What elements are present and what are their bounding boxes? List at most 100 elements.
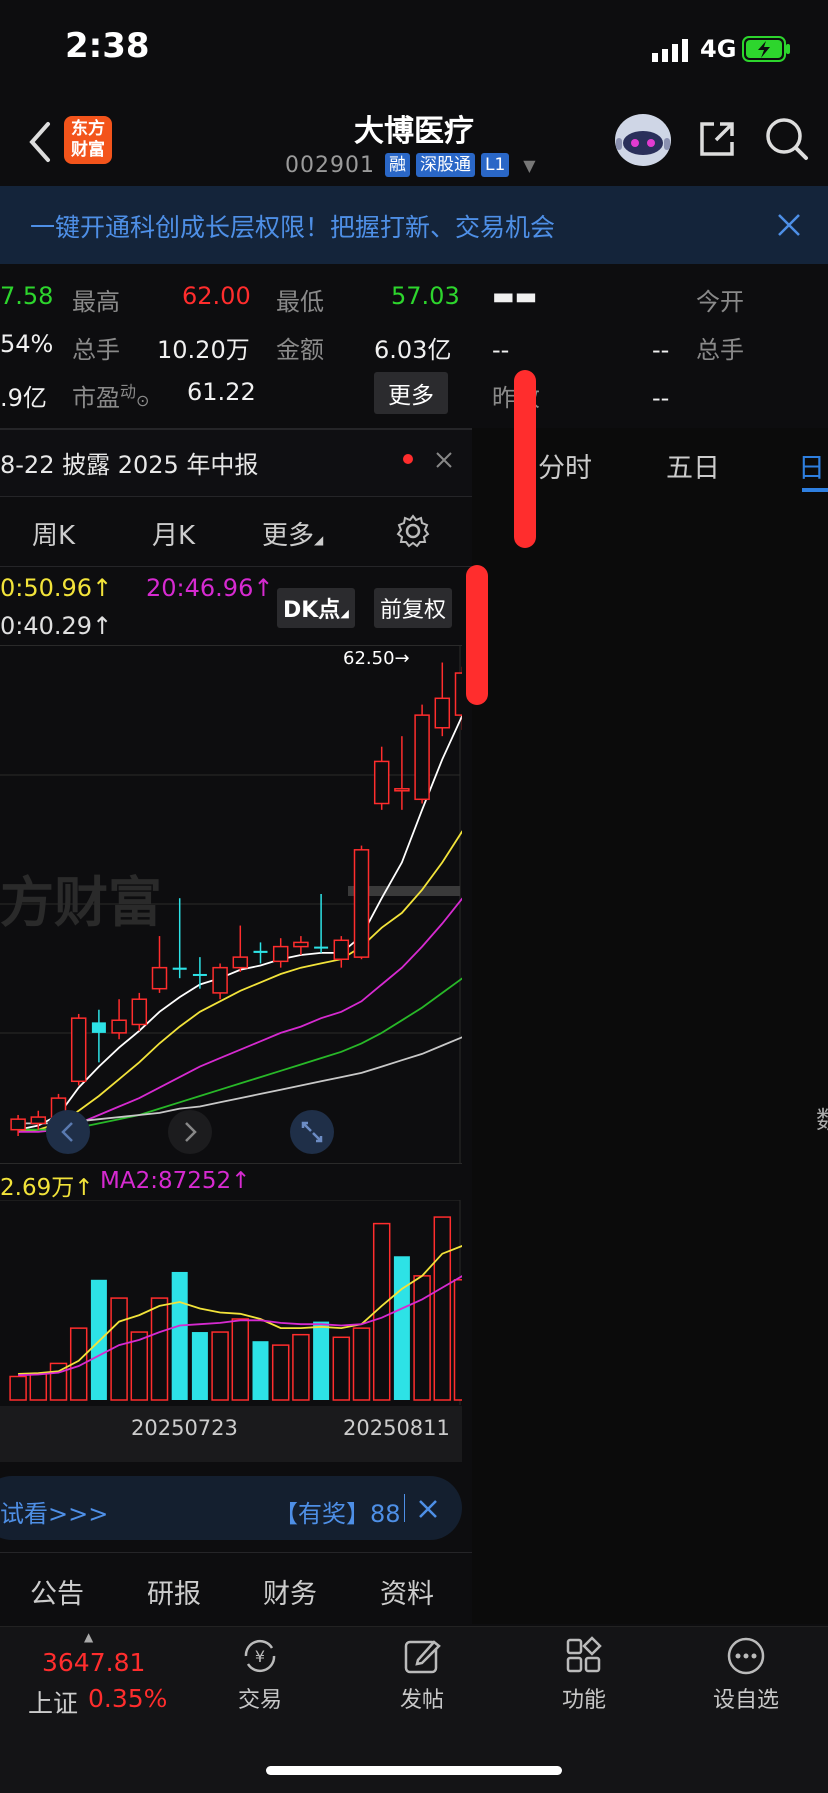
volume-bar bbox=[252, 1341, 269, 1400]
index-name[interactable]: 上证 bbox=[28, 1684, 78, 1720]
high-label: 最高 bbox=[72, 288, 120, 316]
dropdown-corner-icon: ◢ bbox=[340, 607, 349, 620]
right-volume-label: 总手 bbox=[696, 336, 744, 364]
price-partial: 7.58 bbox=[0, 282, 54, 310]
cap-partial: .9亿 bbox=[0, 384, 47, 412]
yuan-exchange-icon: ¥ bbox=[240, 1636, 280, 1676]
right-edge-char: 数 bbox=[816, 1100, 828, 1135]
nav-add-watchlist[interactable]: 设自选 bbox=[686, 1636, 806, 1714]
chevron-down-icon: ▼ bbox=[523, 155, 536, 175]
tab-week[interactable]: 周K bbox=[32, 515, 75, 552]
index-value[interactable]: 3647.81 bbox=[42, 1648, 145, 1677]
volume-bar bbox=[150, 1297, 169, 1401]
candle-body bbox=[394, 788, 410, 792]
stock-code-row[interactable]: 002901 融 深股通 L1 ▼ bbox=[285, 150, 536, 180]
right-dash-2: -- bbox=[652, 336, 670, 364]
volume-chart[interactable] bbox=[0, 1199, 472, 1405]
nav-post-label: 发帖 bbox=[399, 1688, 444, 1713]
more-circle-icon bbox=[726, 1636, 766, 1676]
tab-daily[interactable]: 日 bbox=[798, 446, 825, 485]
candle-body bbox=[70, 1017, 87, 1083]
edit-icon bbox=[402, 1636, 442, 1676]
promo-close-icon[interactable] bbox=[418, 1499, 438, 1519]
stock-code: 002901 bbox=[285, 152, 375, 178]
divider bbox=[0, 1552, 472, 1553]
volume-bar bbox=[9, 1375, 27, 1401]
tag-margin: 融 bbox=[384, 153, 410, 177]
tab-research[interactable]: 研报 bbox=[147, 1572, 201, 1611]
low-value: 57.03 bbox=[391, 282, 460, 310]
tab-profile[interactable]: 资料 bbox=[380, 1572, 434, 1611]
x-tick-label: 20250811 bbox=[343, 1416, 450, 1440]
candle-body bbox=[434, 697, 451, 729]
pe-value: 61.22 bbox=[187, 378, 256, 406]
pct-partial: 54% bbox=[0, 330, 54, 358]
tab-more[interactable]: 更多◢ bbox=[262, 515, 323, 552]
chevron-left-icon[interactable] bbox=[46, 1110, 90, 1154]
volume-bar bbox=[110, 1297, 128, 1401]
tab-five-day[interactable]: 五日 bbox=[666, 446, 720, 485]
index-change[interactable]: 0.35% bbox=[88, 1684, 167, 1713]
right-dash-big: ▬▬ bbox=[492, 282, 538, 310]
close-icon[interactable] bbox=[776, 212, 802, 238]
info-icon[interactable]: ⊙ bbox=[136, 391, 149, 410]
tag-level: L1 bbox=[480, 153, 510, 177]
notice-close-icon[interactable] bbox=[436, 452, 452, 468]
candle-body bbox=[333, 939, 350, 960]
nav-post[interactable]: 发帖 bbox=[362, 1636, 482, 1714]
dk-button[interactable]: DK点◢ bbox=[277, 588, 355, 628]
expand-icon[interactable] bbox=[290, 1110, 334, 1154]
candle-body bbox=[293, 941, 309, 948]
tab-month[interactable]: 月K bbox=[152, 515, 195, 552]
right-panel bbox=[472, 428, 828, 1624]
watermark: 方财富 bbox=[0, 871, 162, 934]
volume-bar bbox=[191, 1332, 208, 1400]
tab-daily-indicator bbox=[802, 488, 828, 492]
promo-divider bbox=[404, 1494, 405, 1522]
battery-icon bbox=[742, 36, 792, 62]
volume-bar bbox=[211, 1331, 229, 1401]
nav-trade[interactable]: ¥ 交易 bbox=[200, 1636, 320, 1714]
promo-right-text: 【有奖】88 bbox=[274, 1500, 401, 1528]
share-icon[interactable] bbox=[696, 118, 738, 160]
right-dash-1: -- bbox=[492, 336, 510, 364]
notice-dot bbox=[403, 454, 413, 464]
candle-body bbox=[111, 1019, 127, 1034]
chevron-right-icon[interactable] bbox=[168, 1110, 212, 1154]
volume-bar bbox=[313, 1321, 330, 1400]
ma-label-a: 0:50.96↑ bbox=[0, 574, 113, 602]
volume-bar bbox=[352, 1327, 371, 1401]
amount-label: 金额 bbox=[276, 336, 324, 364]
gear-icon[interactable] bbox=[396, 514, 430, 548]
ma-label-c: 0:40.29↑ bbox=[0, 612, 113, 640]
tab-announcement[interactable]: 公告 bbox=[30, 1572, 84, 1611]
candle-body bbox=[454, 672, 471, 716]
candle-body bbox=[91, 1022, 106, 1033]
robot-avatar-icon[interactable] bbox=[612, 110, 674, 168]
ma-label-b: 20:46.96↑ bbox=[146, 574, 274, 602]
right-dash-3: -- bbox=[652, 384, 670, 412]
tab-finance[interactable]: 财务 bbox=[263, 1572, 317, 1611]
pe-label: 市盈动⊙ bbox=[72, 378, 149, 413]
search-icon[interactable] bbox=[764, 116, 810, 162]
vol-ma2-label: MA2:87252↑ bbox=[100, 1168, 251, 1194]
volume-bar bbox=[271, 1344, 290, 1401]
today-open-label: 今开 bbox=[696, 288, 744, 316]
status-time: 2:38 bbox=[65, 26, 150, 66]
tab-intraday[interactable]: 分时 bbox=[538, 446, 592, 485]
volume-value: 10.20万 bbox=[157, 336, 250, 364]
volume-bar bbox=[433, 1216, 452, 1401]
volume-svg bbox=[0, 1199, 472, 1405]
promo-left-text: 试看>>> bbox=[0, 1500, 109, 1528]
divider bbox=[0, 496, 472, 497]
nav-add-watchlist-label: 设自选 bbox=[712, 1688, 779, 1713]
divider bbox=[0, 566, 472, 567]
candle-body bbox=[373, 760, 390, 805]
nav-features[interactable]: 功能 bbox=[524, 1636, 644, 1714]
banner-text: 一键开通科创成长层权限！把握打新、交易机会 bbox=[30, 213, 556, 242]
notice-text: 8-22 披露 2025 年中报 bbox=[0, 451, 259, 479]
candle-body bbox=[172, 967, 187, 970]
more-button[interactable]: 更多 bbox=[374, 372, 448, 414]
adjust-button[interactable]: 前复权 bbox=[374, 588, 453, 628]
low-label: 最低 bbox=[276, 288, 324, 316]
